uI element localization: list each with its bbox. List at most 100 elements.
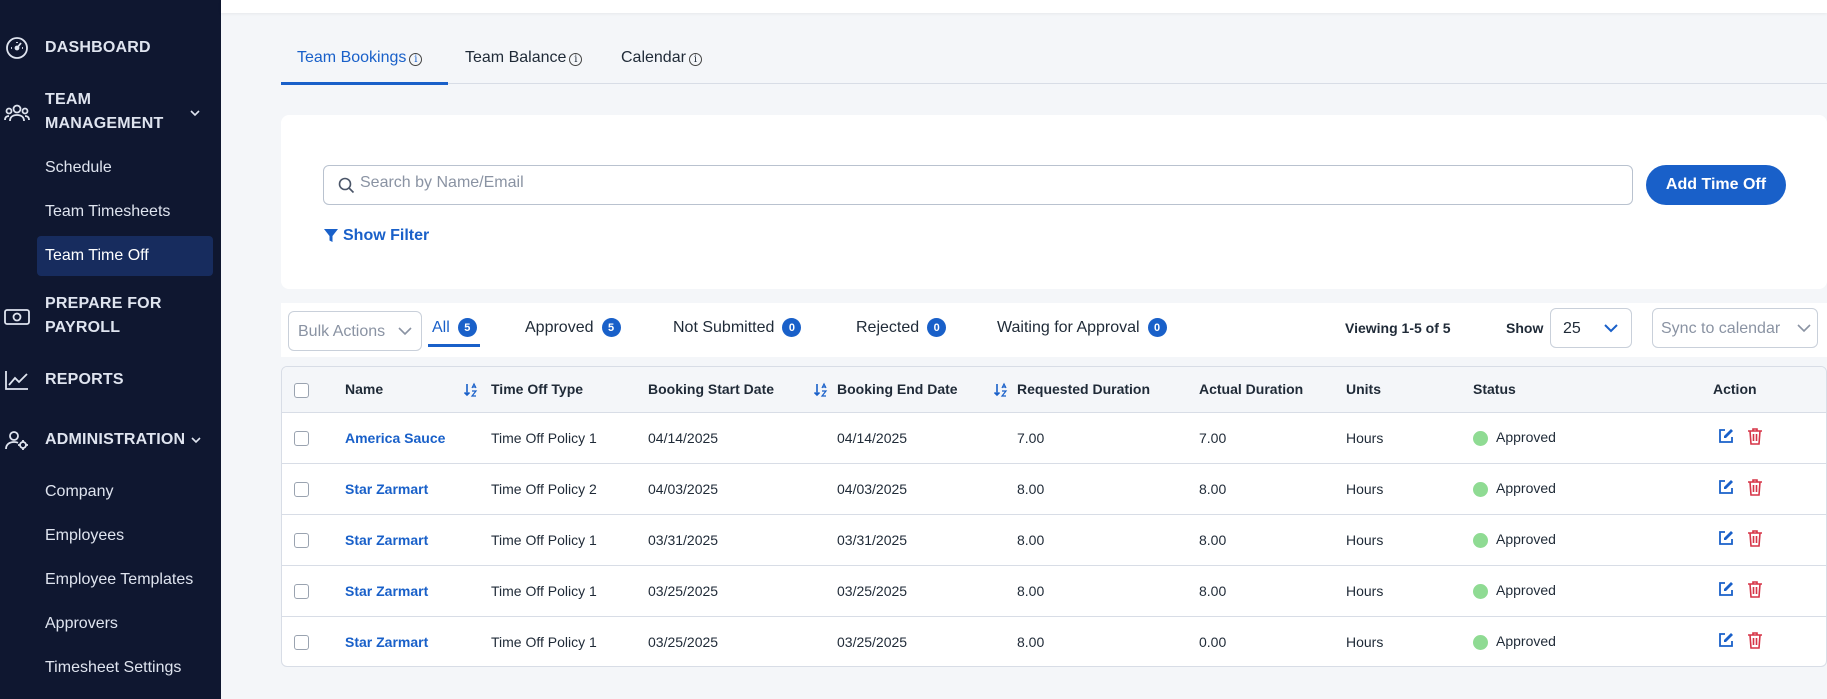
employee-name-link[interactable]: America Sauce bbox=[345, 430, 445, 446]
column-header-name[interactable]: Name bbox=[345, 367, 491, 413]
cell-actual: 0.00 bbox=[1199, 633, 1227, 650]
filter-tab-waiting-approval[interactable]: Waiting for Approval 0 bbox=[997, 318, 1167, 337]
row-checkbox[interactable] bbox=[294, 583, 309, 599]
sidebar-item-timesheet-settings[interactable]: Timesheet Settings bbox=[45, 659, 181, 677]
tab-team-bookings[interactable]: Team Bookings i bbox=[297, 49, 423, 67]
delete-icon[interactable] bbox=[1747, 478, 1763, 496]
cell-units: Hours bbox=[1346, 463, 1473, 515]
employee-name-link[interactable]: Star Zarmart bbox=[345, 634, 428, 650]
column-header-actual: Actual Duration bbox=[1199, 367, 1346, 413]
search-box bbox=[323, 165, 1633, 205]
edit-icon[interactable] bbox=[1717, 427, 1735, 445]
nav-prepare-payroll[interactable]: PREPARE FOR PAYROLL bbox=[0, 292, 221, 340]
cell-actual: 8.00 bbox=[1199, 514, 1346, 566]
tab-calendar-label: Calendar bbox=[621, 49, 686, 66]
edit-icon[interactable] bbox=[1717, 631, 1735, 649]
edit-icon[interactable] bbox=[1717, 478, 1735, 496]
cell-type: Time Off Policy 1 bbox=[491, 514, 648, 566]
delete-icon[interactable] bbox=[1747, 580, 1763, 598]
cell-type: Time Off Policy 1 bbox=[491, 565, 648, 617]
status-badge: Approved bbox=[1496, 633, 1556, 650]
header-label: Status bbox=[1473, 381, 1516, 398]
sort-icon[interactable] bbox=[463, 382, 479, 398]
row-checkbox[interactable] bbox=[294, 430, 309, 446]
cell-units: Hours bbox=[1346, 633, 1384, 650]
row-checkbox[interactable] bbox=[294, 635, 309, 651]
info-icon[interactable]: i bbox=[569, 53, 583, 66]
column-header-requested: Requested Duration bbox=[1017, 367, 1199, 413]
sync-calendar-select[interactable]: Sync to calendar bbox=[1652, 308, 1818, 348]
employee-name-link[interactable]: Star Zarmart bbox=[345, 532, 428, 548]
status-dot bbox=[1473, 430, 1488, 446]
sort-icon[interactable] bbox=[813, 382, 829, 398]
filter-tab-all[interactable]: All 5 bbox=[432, 318, 477, 337]
delete-icon[interactable] bbox=[1747, 529, 1763, 547]
column-header-start-date[interactable]: Booking Start Date bbox=[648, 367, 837, 413]
chevron-down-icon bbox=[191, 437, 201, 444]
edit-icon[interactable] bbox=[1717, 529, 1735, 547]
table-row: Star Zarmart Time Off Policy 1 03/25/202… bbox=[282, 616, 1826, 666]
page-size-value: 25 bbox=[1563, 320, 1581, 337]
status-dot bbox=[1473, 532, 1488, 548]
sidebar-item-employees[interactable]: Employees bbox=[45, 527, 124, 545]
employee-name-link[interactable]: Star Zarmart bbox=[345, 583, 428, 599]
nav-administration[interactable]: ADMINISTRATION bbox=[0, 428, 221, 452]
table-header-row: Name Time Off Type Booking Start Date Bo… bbox=[282, 367, 1826, 413]
sort-icon[interactable] bbox=[993, 382, 1009, 398]
sidebar-item-employee-templates[interactable]: Employee Templates bbox=[45, 571, 193, 589]
delete-icon[interactable] bbox=[1747, 631, 1763, 650]
cell-requested: 8.00 bbox=[1017, 565, 1199, 617]
row-checkbox[interactable] bbox=[294, 532, 309, 548]
filter-tab-not-submitted-label: Not Submitted bbox=[673, 318, 775, 336]
nav-prepare-payroll-label-2: PAYROLL bbox=[45, 319, 121, 336]
bookings-table: Name Time Off Type Booking Start Date Bo… bbox=[281, 366, 1827, 667]
filter-tab-rejected[interactable]: Rejected 0 bbox=[856, 318, 947, 337]
column-header-end-date[interactable]: Booking End Date bbox=[837, 367, 1017, 413]
sync-calendar-label: Sync to calendar bbox=[1661, 320, 1781, 337]
cell-actual: 8.00 bbox=[1199, 463, 1346, 515]
status-dot bbox=[1473, 481, 1488, 497]
add-time-off-button[interactable]: Add Time Off bbox=[1646, 165, 1786, 205]
edit-icon[interactable] bbox=[1717, 580, 1735, 598]
tab-team-balance[interactable]: Team Balance i bbox=[465, 49, 583, 67]
nav-dashboard-label: DASHBOARD bbox=[45, 39, 151, 56]
cell-end: 03/25/2025 bbox=[837, 633, 908, 650]
sidebar-item-company[interactable]: Company bbox=[45, 483, 113, 501]
column-header-action: Action bbox=[1713, 367, 1826, 413]
chevron-down-icon bbox=[1604, 324, 1618, 333]
nav-dashboard[interactable]: DASHBOARD bbox=[0, 36, 221, 60]
nav-reports[interactable]: REPORTS bbox=[0, 368, 221, 392]
tab-team-bookings-label: Team Bookings bbox=[297, 49, 407, 66]
filter-tab-approved[interactable]: Approved 5 bbox=[525, 318, 621, 337]
sidebar-item-schedule[interactable]: Schedule bbox=[45, 159, 112, 177]
status-dot bbox=[1473, 583, 1488, 599]
show-filter-button[interactable]: Show Filter bbox=[323, 227, 429, 245]
tab-calendar[interactable]: Calendar i bbox=[621, 49, 702, 67]
cell-units: Hours bbox=[1346, 565, 1473, 617]
cell-requested: 8.00 bbox=[1017, 463, 1199, 515]
row-checkbox[interactable] bbox=[294, 481, 309, 497]
dashboard-icon bbox=[4, 35, 30, 61]
cell-units: Hours bbox=[1346, 412, 1473, 464]
viewing-count: Viewing 1-5 of 5 bbox=[1345, 320, 1451, 336]
delete-icon[interactable] bbox=[1747, 427, 1763, 445]
status-badge: Approved bbox=[1496, 582, 1556, 599]
search-icon bbox=[338, 177, 355, 194]
count-badge: 0 bbox=[782, 318, 802, 337]
search-input[interactable] bbox=[360, 174, 1560, 192]
cell-end: 04/03/2025 bbox=[837, 463, 1017, 515]
sidebar-item-team-time-off[interactable]: Team Time Off bbox=[37, 236, 213, 276]
nav-team-management[interactable]: TEAM MANAGEMENT bbox=[0, 88, 221, 136]
chevron-down-icon bbox=[190, 110, 200, 117]
filter-tab-not-submitted[interactable]: Not Submitted 0 bbox=[673, 318, 802, 337]
sidebar-item-team-timesheets[interactable]: Team Timesheets bbox=[45, 203, 170, 221]
search-card: Add Time Off Show Filter bbox=[281, 115, 1827, 289]
select-all-checkbox[interactable] bbox=[294, 382, 309, 398]
cell-end: 03/25/2025 bbox=[837, 565, 1017, 617]
info-icon[interactable]: i bbox=[688, 53, 702, 66]
page-size-select[interactable]: 25 bbox=[1550, 308, 1632, 348]
employee-name-link[interactable]: Star Zarmart bbox=[345, 481, 428, 497]
info-icon[interactable]: i bbox=[409, 53, 423, 66]
sidebar-item-approvers[interactable]: Approvers bbox=[45, 615, 118, 633]
bulk-actions-select[interactable]: Bulk Actions bbox=[288, 311, 422, 351]
